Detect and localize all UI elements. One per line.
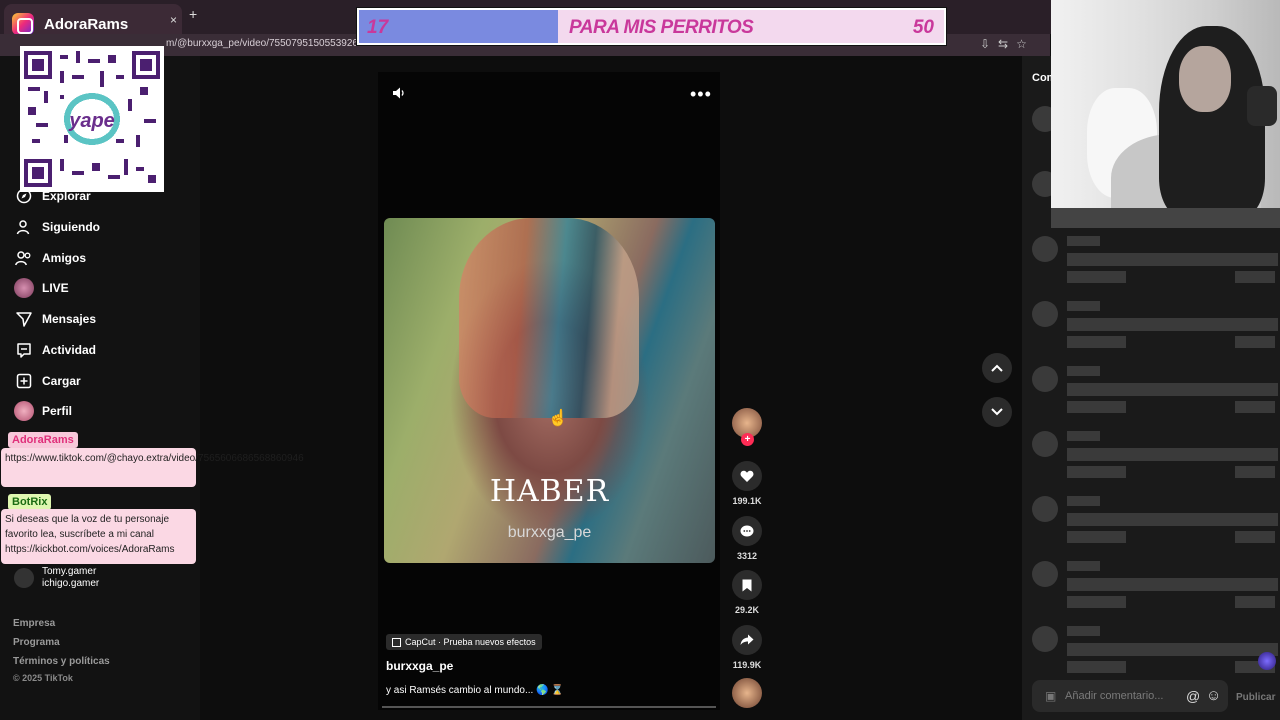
comment-skeleton	[1032, 626, 1278, 676]
tab-close-icon[interactable]: ×	[170, 13, 177, 27]
heart-icon[interactable]	[732, 461, 762, 491]
donation-goal-fill	[359, 10, 558, 43]
live-avatar-icon	[14, 278, 34, 298]
chat-message: https://www.tiktok.com/@chayo.extra/vide…	[1, 448, 304, 487]
suggested-account-name: Tomy.gamer	[42, 566, 97, 577]
like-count: 199.1K	[732, 496, 762, 506]
mention-icon[interactable]: @	[1186, 688, 1200, 704]
sidebar-item-label: Perfil	[42, 404, 73, 418]
comment-skeleton	[1032, 496, 1278, 546]
chat-username: AdoraRams	[8, 432, 78, 448]
address-bar-icons[interactable]: ⇩⇆☆	[980, 37, 1035, 51]
effect-badge[interactable]: CapCut · Prueba nuevos efectos	[386, 634, 542, 650]
upload-icon	[14, 371, 34, 391]
more-options-icon[interactable]: •••	[690, 84, 712, 105]
comment-skeleton	[1032, 561, 1278, 611]
activity-icon	[14, 340, 34, 360]
footer-link-company[interactable]: Empresa	[13, 618, 55, 629]
share-icon[interactable]	[732, 625, 762, 655]
webcam-person-face	[1179, 46, 1231, 112]
publish-button[interactable]: Publicar	[1236, 692, 1275, 703]
effect-label: CapCut · Prueba nuevos efectos	[405, 637, 536, 647]
sidebar-item-label: Cargar	[42, 374, 81, 388]
avatar	[14, 568, 34, 588]
comment-skeleton	[1032, 236, 1278, 286]
sidebar-item-label: Siguiendo	[42, 220, 100, 234]
comment-count: 3312	[736, 551, 758, 561]
sidebar-item-messages[interactable]: Mensajes	[14, 307, 96, 331]
chat-message: Si deseas que la voz de tu personaje fav…	[1, 509, 196, 564]
video-frame[interactable]: HABER burxxga_pe	[384, 218, 715, 563]
new-tab-icon[interactable]: +	[189, 6, 197, 22]
save-count: 29.2K	[734, 605, 760, 615]
sidebar-item-upload[interactable]: Cargar	[14, 369, 81, 393]
comment-skeleton	[1032, 431, 1278, 481]
share-action[interactable]: 119.9K	[732, 625, 762, 670]
send-icon	[14, 309, 34, 329]
goal-target: 50	[912, 17, 934, 38]
sidebar-item-label: LIVE	[42, 281, 69, 295]
comment-skeleton	[1032, 366, 1278, 416]
yape-qr-code: yape	[20, 46, 164, 192]
sidebar-item-profile[interactable]: Perfil	[14, 399, 72, 423]
suggested-account-handle: ichigo.gamer	[42, 578, 100, 589]
goal-current: 17	[367, 17, 389, 38]
sidebar-item-label: Actividad	[42, 343, 97, 357]
video-subject	[459, 218, 639, 418]
url-text[interactable]: m/@burxxga_pe/video/7550795150553926930	[166, 38, 375, 49]
capcut-icon	[392, 637, 401, 647]
emoji-icon[interactable]: ☺	[1206, 687, 1221, 704]
sidebar-item-friends[interactable]: Amigos	[14, 246, 86, 270]
instagram-icon	[12, 13, 34, 35]
screen: AdoraRams × + m/@burxxga_pe/video/755079…	[0, 0, 1280, 720]
like-action[interactable]: 199.1K	[732, 461, 762, 506]
webcam-feed	[1051, 0, 1280, 228]
webcam-desk	[1051, 208, 1280, 228]
hand-cursor-icon: ☝	[548, 410, 568, 427]
footer-link-program[interactable]: Programa	[13, 637, 60, 648]
share-count: 119.9K	[732, 660, 762, 670]
microphone	[1247, 86, 1277, 126]
profile-avatar-icon	[14, 401, 34, 421]
previous-video-button[interactable]	[982, 353, 1012, 383]
qr-brand-text: yape	[68, 110, 115, 132]
suggested-account[interactable]: Tomy.gamer ichigo.gamer	[14, 566, 99, 590]
volume-icon[interactable]	[392, 86, 406, 103]
video-overlay-text: HABER	[489, 474, 610, 509]
profile-avatar	[14, 401, 34, 421]
video-caption: y asi Ramsés cambio al mundo... 🌎 ⌛	[386, 685, 564, 696]
person-icon	[14, 217, 34, 237]
save-action[interactable]: 29.2K	[732, 570, 762, 615]
video-watermark: burxxga_pe	[507, 524, 592, 541]
image-icon: ▣	[1045, 689, 1057, 703]
comment-action[interactable]: 3312	[732, 516, 762, 561]
sidebar-item-activity[interactable]: Actividad	[14, 338, 96, 362]
comment-skeleton	[1032, 301, 1278, 351]
follow-plus-icon[interactable]: +	[741, 433, 754, 446]
video-author[interactable]: burxxga_pe	[386, 659, 453, 673]
donation-goal-banner: 17 PARA MIS PERRITOS 50	[356, 7, 947, 46]
sidebar-item-label: Mensajes	[42, 312, 97, 326]
people-icon	[14, 248, 34, 268]
live-avatar	[14, 278, 34, 298]
comment-icon[interactable]	[732, 516, 762, 546]
footer-link-terms[interactable]: Términos y políticas	[13, 656, 110, 667]
music-disc-avatar[interactable]	[732, 678, 762, 708]
sidebar-item-label: Amigos	[42, 251, 87, 265]
comment-input-placeholder[interactable]: Añadir comentario...	[1065, 690, 1163, 702]
tab-title: AdoraRams	[44, 16, 129, 33]
bookmark-icon[interactable]	[732, 570, 762, 600]
goal-title: PARA MIS PERRITOS	[569, 17, 754, 38]
next-video-button[interactable]	[982, 397, 1012, 427]
sparkle-icon	[1258, 652, 1276, 670]
copyright-text: © 2025 TikTok	[13, 673, 73, 683]
video-progress-bar[interactable]	[382, 706, 716, 708]
sidebar-item-live[interactable]: LIVE	[14, 276, 69, 300]
chat-username: BotRix	[8, 494, 52, 510]
sidebar-item-following[interactable]: Siguiendo	[14, 215, 100, 239]
browser-tab[interactable]: AdoraRams ×	[4, 4, 182, 35]
